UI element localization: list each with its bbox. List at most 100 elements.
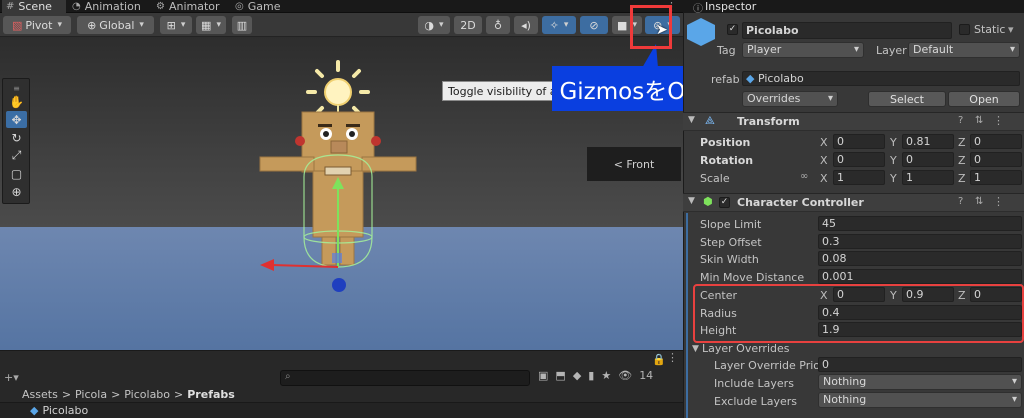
rotate-tool-icon[interactable]: ↻ <box>6 129 27 146</box>
project-search-input[interactable]: ⌕ <box>280 370 530 386</box>
scale-y-field[interactable]: 1 <box>902 170 954 185</box>
axis-y-label: Y <box>890 154 897 167</box>
scene-visibility-button[interactable]: ⊘ <box>580 16 608 34</box>
exclude-layers-label: Exclude Layers <box>714 395 797 408</box>
transform-section-header[interactable]: ▼ ⟁ Transform ? ⇅ ⋮ <box>683 112 1024 131</box>
global-label: Global <box>99 18 135 32</box>
tab-game[interactable]: ◎ Game <box>235 0 280 13</box>
include-layers-dropdown[interactable]: Nothing <box>818 374 1022 390</box>
position-z-field[interactable]: 0 <box>970 134 1022 149</box>
static-dropdown-icon[interactable]: ▾ <box>1008 23 1014 36</box>
global-dropdown[interactable]: ⊕ Global <box>77 16 154 34</box>
animation-icon: ◔ <box>72 0 81 12</box>
inspector-tab[interactable]: ⓘ Inspector <box>683 0 1024 15</box>
grid-toggle-button[interactable]: ▥ <box>232 16 252 34</box>
character-controller-section-header[interactable]: ▼ ⬢ ✓ Character Controller ? ⇅ ⋮ <box>683 193 1024 212</box>
hand-tool-icon[interactable]: ✋ <box>6 93 27 110</box>
exclude-layers-dropdown[interactable]: Nothing <box>818 392 1022 408</box>
skin-width-field[interactable]: 0.08 <box>818 251 1022 266</box>
transform-tool-icon[interactable]: ⊕ <box>6 183 27 200</box>
foldout-arrow-icon[interactable]: ▼ <box>688 115 695 125</box>
prefab-field[interactable]: ◆ Picolabo <box>742 71 1020 86</box>
help-icon[interactable]: ? <box>958 115 963 126</box>
search-by-type-icon[interactable]: ▣ <box>538 369 548 382</box>
skin-width-label: Skin Width <box>700 253 759 266</box>
character-controller-icon: ⬢ <box>703 195 713 208</box>
position-label: Position <box>700 136 751 149</box>
foldout-arrow-icon[interactable]: ▼ <box>688 196 695 206</box>
axis-z-label: Z <box>958 136 966 149</box>
layer-overrides-label: Layer Overrides <box>702 342 790 355</box>
effects-toggle-button[interactable]: ✧ <box>542 16 576 34</box>
project-menu-icon[interactable]: ⋮ <box>667 351 678 364</box>
breadcrumb-picolabo[interactable]: Picolabo <box>124 388 170 401</box>
rotation-z-field[interactable]: 0 <box>970 152 1022 167</box>
grid-icon: ▥ <box>236 18 248 32</box>
increment-snap-button[interactable]: ▦ <box>196 16 226 34</box>
character-controller-enabled-checkbox[interactable]: ✓ <box>719 197 730 208</box>
axis-z-label: Z <box>958 154 966 167</box>
tag-dropdown[interactable]: Player <box>742 42 864 58</box>
directional-light-icon[interactable] <box>306 60 370 117</box>
scale-tool-icon[interactable]: ⤢ <box>6 147 27 164</box>
breadcrumb-prefabs[interactable]: Prefabs <box>187 388 235 401</box>
tab-animation[interactable]: ◔ Animation <box>72 0 141 13</box>
position-y-field[interactable]: 0.81 <box>902 134 954 149</box>
lighting-toggle-button[interactable]: ♁ <box>486 16 510 34</box>
rotation-y-field[interactable]: 0 <box>902 152 954 167</box>
add-menu-icon[interactable]: +▾ <box>4 371 19 384</box>
shading-mode-button[interactable]: ◑ <box>418 16 450 34</box>
move-tool-icon[interactable]: ✥ <box>6 111 27 128</box>
2d-toggle-button[interactable]: 2D <box>454 16 482 34</box>
slope-limit-label: Slope Limit <box>700 218 762 231</box>
layer-dropdown[interactable]: Default <box>908 42 1020 58</box>
presets-icon[interactable]: ⇅ <box>975 115 983 126</box>
tag-label: Tag <box>717 44 736 57</box>
asset-store-icon[interactable]: ▮ <box>588 369 594 382</box>
help-icon[interactable]: ? <box>958 196 963 207</box>
slope-limit-field[interactable]: 45 <box>818 216 1022 231</box>
hidden-packages-icon[interactable]: 👁 <box>618 369 632 382</box>
prefab-value: Picolabo <box>757 72 804 85</box>
search-by-label-icon[interactable]: ⬒ <box>555 369 565 382</box>
tab-scene[interactable]: # Scene <box>2 0 66 13</box>
presets-icon[interactable]: ⇅ <box>975 196 983 207</box>
scale-x-field[interactable]: 1 <box>833 170 885 185</box>
asset-list-item[interactable]: ◆ Picolabo <box>0 403 683 418</box>
project-filter-buttons: ▣ ⬒ ◆ ▮ ★ 👁 14 <box>538 369 653 382</box>
layer-override-priority-field[interactable]: 0 <box>818 357 1022 372</box>
grid-snap-button[interactable]: ⊞ <box>160 16 192 34</box>
step-offset-field[interactable]: 0.3 <box>818 234 1022 249</box>
object-name-field[interactable]: Picolabo <box>742 22 952 39</box>
static-checkbox[interactable] <box>959 24 970 35</box>
step-offset-label: Step Offset <box>700 236 762 249</box>
character-controller-title: Character Controller <box>737 196 864 209</box>
audio-toggle-button[interactable]: ◂) <box>514 16 538 34</box>
component-menu-icon[interactable]: ⋮ <box>993 114 1004 127</box>
foldout-arrow-icon[interactable]: ▼ <box>692 344 699 354</box>
favorite-star-icon[interactable]: ★ <box>601 369 611 382</box>
scale-z-field[interactable]: 1 <box>970 170 1022 185</box>
mouse-cursor-icon: ➤ <box>656 22 668 38</box>
effects-icon: ✧ <box>549 18 559 32</box>
breadcrumb-picola[interactable]: Picola <box>75 388 107 401</box>
position-x-field[interactable]: 0 <box>833 134 885 149</box>
tab-animator[interactable]: ⚙ Animator <box>156 0 220 13</box>
component-menu-icon[interactable]: ⋮ <box>993 195 1004 208</box>
tools-panel: ≡ ✋ ✥ ↻ ⤢ ▢ ⊕ <box>2 78 30 204</box>
camera-icon: ■ <box>617 18 628 32</box>
constrain-proportions-icon[interactable]: ∞ <box>800 171 808 182</box>
label-icon[interactable]: ◆ <box>573 369 581 382</box>
overrides-dropdown[interactable]: Overrides <box>742 91 838 107</box>
open-button[interactable]: Open <box>948 91 1020 107</box>
breadcrumb-assets[interactable]: Assets <box>22 388 58 401</box>
orientation-gizmo-front[interactable]: < Front <box>587 147 681 181</box>
pivot-dropdown[interactable]: ▧ Pivot <box>3 16 71 34</box>
rotation-label: Rotation <box>700 154 754 167</box>
rotation-x-field[interactable]: 0 <box>833 152 885 167</box>
select-button[interactable]: Select <box>868 91 946 107</box>
min-move-distance-field[interactable]: 0.001 <box>818 269 1022 284</box>
lock-icon[interactable]: 🔒 <box>652 353 666 366</box>
rect-tool-icon[interactable]: ▢ <box>6 165 27 182</box>
object-active-checkbox[interactable]: ✓ <box>727 24 738 35</box>
